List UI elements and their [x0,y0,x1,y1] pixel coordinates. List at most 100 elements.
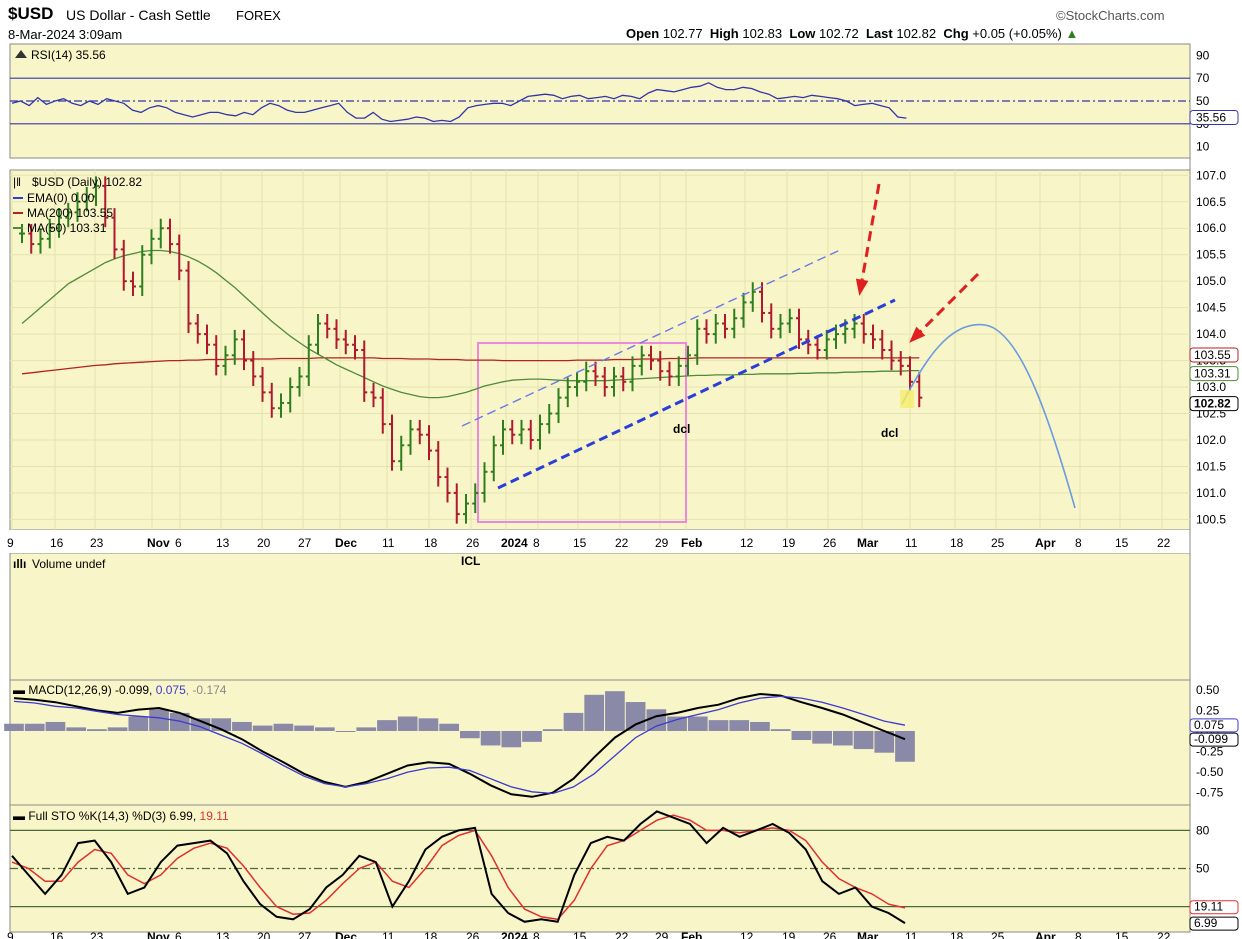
sto-tick-label: 50 [1196,862,1210,876]
date-tick-label: Dec [335,536,357,550]
date-tick-label-bottom: 9 [7,930,14,939]
macd-histogram-bar [501,730,522,748]
price-bars-icon: |‖ [13,175,21,189]
date-tick-label-bottom: 15 [573,930,587,939]
price-tick-label: 106.5 [1196,195,1226,209]
date-tick-label: 16 [50,536,64,550]
date-tick-label: 8 [1075,536,1082,550]
price-tick-label: 104.0 [1196,327,1226,341]
price-tick-label: 103.0 [1196,380,1226,394]
legend-entry: EMA(0) 0.00 [27,191,95,205]
macd-histogram-bar [107,727,128,731]
macd-histogram-bar [791,730,812,741]
macd-badge-label: -0.099 [1194,732,1228,746]
macd-histogram-bar [625,702,646,731]
volume-title: Volume undef [32,557,106,571]
date-tick-label-bottom: 6 [175,930,182,939]
macd-histogram-bar [853,730,874,750]
macd-histogram-bar [770,729,791,731]
macd-histogram-bar [687,716,708,731]
rsi-tick-label: 90 [1196,48,1210,62]
date-tick-label-bottom: Apr [1035,930,1056,939]
macd-histogram-bar [87,729,107,731]
date-tick-label-bottom: 23 [90,930,104,939]
macd-histogram-bar [418,718,439,731]
macd-histogram-bar [4,723,24,731]
sto-k-badge-label: 6.99 [1194,916,1218,930]
macd-histogram-bar [397,716,418,731]
sto-d-value: 19.11 [200,809,229,823]
macd-histogram-bar [522,730,542,742]
legend-entry: MA(200) 103.55 [27,206,113,220]
macd-histogram-bar [232,721,252,731]
legend-entry: MA(50) 103.31 [27,221,107,235]
date-tick-label: 26 [466,536,480,550]
macd-hist-value: , -0.174 [186,683,227,697]
macd-histogram-bar [605,691,625,731]
date-tick-label-bottom: 26 [823,930,837,939]
sto-k-value: 6.99, [169,809,199,823]
date-tick-label-bottom: 26 [466,930,480,939]
date-tick-label: 12 [740,536,754,550]
dcl-annotation-mar: dcl [881,426,898,440]
date-tick-label: 6 [175,536,182,550]
date-tick-label-bottom: 19 [782,930,796,939]
macd-histogram-bar [45,721,66,731]
macd-histogram-bar [24,723,45,731]
macd-histogram-bar [128,716,149,731]
macd-histogram-bar [646,709,667,731]
date-tick-label: Nov [147,536,170,550]
vol-panel-bg [9,552,1191,681]
price-tick-label: 106.0 [1196,221,1226,235]
date-tick-label-bottom: 29 [655,930,669,939]
date-tick-label: 20 [257,536,271,550]
macd-histogram-bar [812,730,832,744]
date-tick-label-bottom: 20 [257,930,271,939]
date-tick-label-bottom: 22 [615,930,629,939]
icl-annotation: ICL [461,554,480,568]
date-tick-label: 9 [7,536,14,550]
macd-signal-badge-label: 0.075 [1194,718,1224,732]
price-tick-label: 105.0 [1196,274,1226,288]
date-tick-label-bottom: 11 [382,930,395,939]
price-tick-label: 105.5 [1196,248,1226,262]
macd-tick-label: -0.75 [1196,786,1224,800]
last-price-badge-label: 102.82 [1194,397,1231,411]
date-tick-label: Feb [681,536,702,550]
date-tick-label-bottom: 15 [1115,930,1129,939]
macd-histogram-bar [439,723,459,731]
macd-histogram-bar [460,730,480,739]
macd-histogram-bar [356,727,377,731]
macd-histogram-bar [708,720,729,731]
date-tick-label: 15 [573,536,587,550]
macd-tick-label: -0.50 [1196,765,1224,779]
date-tick-label: 25 [991,536,1005,550]
date-tick-label-bottom: 18 [424,930,438,939]
rsi-tick-label: 70 [1196,71,1210,85]
date-tick-label-bottom: Mar [857,930,879,939]
date-tick-label: 11 [905,536,918,550]
macd-histogram-bar [542,729,563,731]
macd-tick-label: 0.50 [1196,683,1220,697]
date-tick-label: 13 [216,536,230,550]
date-tick-label-bottom: 13 [216,930,230,939]
date-tick-label: 8 [533,536,540,550]
sto-tick-label: 80 [1196,823,1210,837]
macd-value: -0.099, [115,683,156,697]
date-tick-label: 18 [424,536,438,550]
date-tick-label: 19 [782,536,796,550]
date-tick-label-bottom: Feb [681,930,702,939]
macd-histogram-bar [149,709,169,731]
macd-histogram-bar [377,720,397,731]
volume-icon: ıllı [13,557,26,571]
date-tick-label-bottom: 11 [905,930,918,939]
macd-signal-value: 0.075 [156,683,186,697]
date-tick-label: Apr [1035,536,1056,550]
date-tick-label: 27 [298,536,312,550]
price-tick-label: 104.5 [1196,301,1226,315]
macd-histogram-bar [480,730,501,746]
date-tick-label: 22 [615,536,629,550]
macd-histogram-bar [729,720,750,731]
date-tick-label: 22 [1157,536,1171,550]
price-tick-label: 101.0 [1196,486,1226,500]
